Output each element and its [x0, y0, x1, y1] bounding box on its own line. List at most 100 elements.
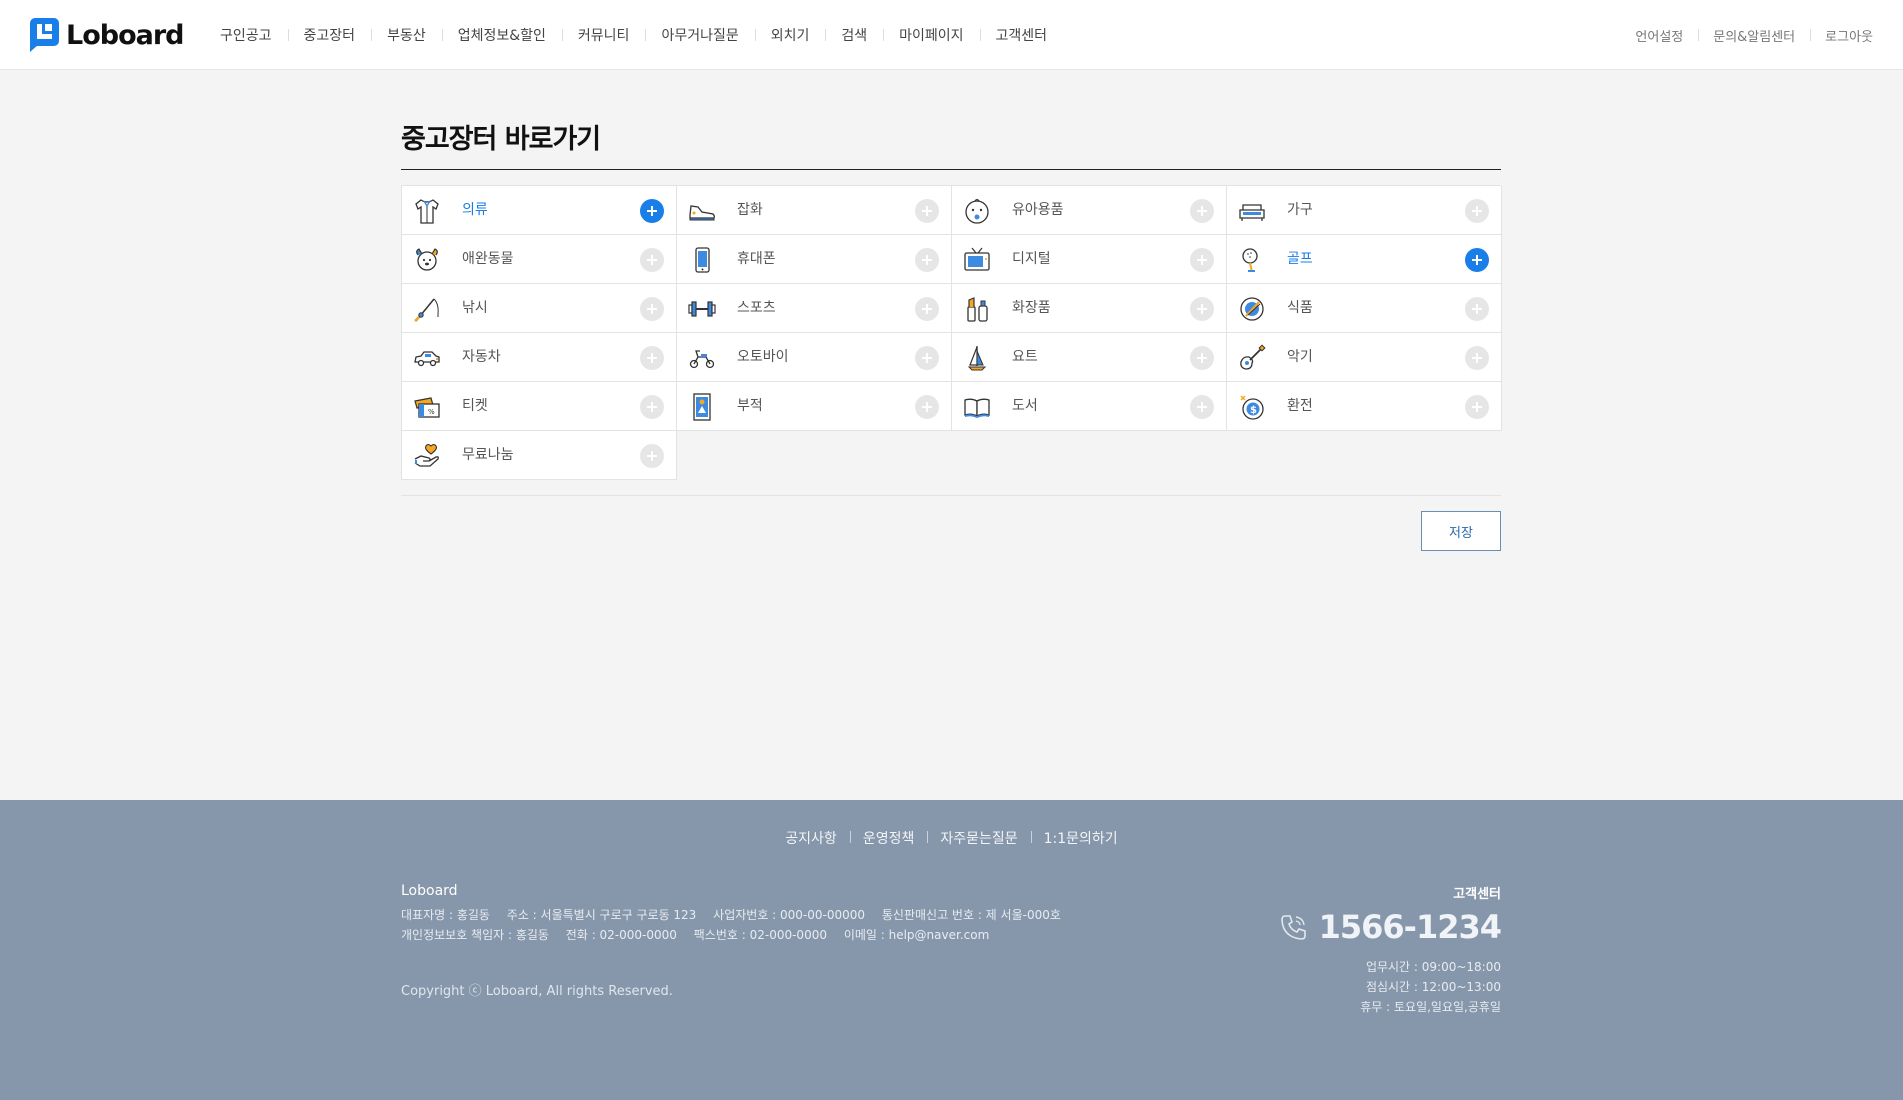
category-label: 요트 — [1012, 349, 1038, 365]
svg-text:%: % — [428, 408, 435, 416]
category-pets[interactable]: 애완동물 — [402, 235, 677, 284]
category-label: 잡화 — [737, 202, 763, 218]
plus-icon[interactable] — [640, 346, 664, 370]
plus-icon[interactable] — [1190, 297, 1214, 321]
company-fax: 팩스번호 : 02-000-0000 — [693, 928, 827, 942]
category-sports[interactable]: 스포츠 — [677, 284, 952, 333]
nav-item-community[interactable]: 커뮤니티 — [561, 25, 646, 45]
category-golf[interactable]: 골프 — [1227, 235, 1502, 284]
divider — [401, 495, 1501, 496]
category-label: 악기 — [1287, 349, 1313, 365]
page-title: 중고장터 바로가기 — [401, 120, 1501, 170]
nav-item-used-market[interactable]: 중고장터 — [287, 25, 372, 45]
plus-icon[interactable] — [640, 444, 664, 468]
category-digital[interactable]: 디지털 — [952, 235, 1227, 284]
privacy-officer: 개인정보보호 책임자 : 홍길동 — [401, 928, 549, 942]
footer-link-inquiry[interactable]: 1:1문의하기 — [1030, 828, 1131, 848]
notifications-link[interactable]: 문의&알림센터 — [1698, 26, 1810, 45]
ecommerce-registration: 통신판매신고 번호 : 제 서울-000호 — [881, 908, 1061, 922]
copyright: Copyright ⓒ Loboard, All rights Reserved… — [401, 984, 673, 999]
dumbbell-icon — [687, 294, 717, 324]
tv-icon — [962, 245, 992, 275]
plus-icon[interactable] — [915, 199, 939, 223]
plus-icon[interactable] — [1190, 395, 1214, 419]
nav-item-shout[interactable]: 외치기 — [754, 25, 826, 45]
category-clothing[interactable]: 의류 — [402, 186, 677, 235]
baby-icon — [962, 196, 992, 226]
sailboat-icon — [962, 343, 992, 373]
cs-title: 고객센터 — [1453, 887, 1501, 902]
category-ticket[interactable]: % 티켓 — [402, 382, 677, 431]
category-label: 의류 — [462, 202, 488, 218]
category-label: 디지털 — [1012, 251, 1051, 267]
site-footer: 공지사항 운영정책 자주묻는질문 1:1문의하기 Loboard 대표자명 : … — [0, 800, 1903, 1100]
logo[interactable]: Loboard — [30, 18, 184, 52]
language-link[interactable]: 언어설정 — [1620, 26, 1698, 45]
plus-icon[interactable] — [640, 199, 664, 223]
category-label: 식품 — [1287, 300, 1313, 316]
category-fishing[interactable]: 낚시 — [402, 284, 677, 333]
plus-icon[interactable] — [1190, 199, 1214, 223]
plus-icon[interactable] — [640, 395, 664, 419]
talisman-icon — [687, 392, 717, 422]
plus-icon[interactable] — [1190, 346, 1214, 370]
plus-icon[interactable] — [640, 297, 664, 321]
category-food[interactable]: 식품 — [1227, 284, 1502, 333]
footer-link-faq[interactable]: 자주묻는질문 — [927, 828, 1030, 848]
plus-icon[interactable] — [915, 297, 939, 321]
footer-link-policy[interactable]: 운영정책 — [849, 828, 928, 848]
category-talisman[interactable]: 부적 — [677, 382, 952, 431]
category-label: 도서 — [1012, 398, 1038, 414]
nav-item-questions[interactable]: 아무거나질문 — [645, 25, 754, 45]
plus-icon[interactable] — [1190, 248, 1214, 272]
nav-item-business-deals[interactable]: 업체정보&할인 — [441, 25, 562, 45]
category-car[interactable]: 자동차 — [402, 333, 677, 382]
nav-item-mypage[interactable]: 마이페이지 — [883, 25, 979, 45]
company-line-2: 개인정보보호 책임자 : 홍길동 전화 : 02-000-0000 팩스번호 :… — [401, 925, 1074, 945]
category-label: 휴대폰 — [737, 251, 776, 267]
plus-icon[interactable] — [640, 248, 664, 272]
nav-item-search[interactable]: 검색 — [825, 25, 883, 45]
company-line-1: 대표자명 : 홍길동 주소 : 서울특별시 구로구 구로동 123 사업자번호 … — [401, 905, 1074, 925]
plus-icon[interactable] — [915, 248, 939, 272]
scooter-icon — [687, 343, 717, 373]
plus-icon[interactable] — [915, 395, 939, 419]
category-label: 가구 — [1287, 202, 1313, 218]
fishing-rod-icon — [412, 294, 442, 324]
logo-mark-icon — [30, 18, 59, 52]
category-cosmetics[interactable]: 화장품 — [952, 284, 1227, 333]
money-bag-icon: $ — [1237, 392, 1267, 422]
category-baby[interactable]: 유아용품 — [952, 186, 1227, 235]
guitar-icon — [1237, 343, 1267, 373]
company-name: Loboard — [401, 883, 458, 899]
nav-item-jobs[interactable]: 구인공고 — [220, 25, 288, 45]
plus-icon[interactable] — [1465, 395, 1489, 419]
category-yacht[interactable]: 요트 — [952, 333, 1227, 382]
category-books[interactable]: 도서 — [952, 382, 1227, 431]
category-label: 환전 — [1287, 398, 1313, 414]
book-icon — [962, 392, 992, 422]
category-motorcycle[interactable]: 오토바이 — [677, 333, 952, 382]
plus-icon[interactable] — [915, 346, 939, 370]
logout-link[interactable]: 로그아웃 — [1810, 26, 1873, 45]
category-free-sharing[interactable]: 무료나눔 — [402, 431, 677, 480]
category-label: 골프 — [1287, 251, 1313, 267]
category-goods[interactable]: 잡화 — [677, 186, 952, 235]
plus-icon[interactable] — [1465, 248, 1489, 272]
footer-link-notice[interactable]: 공지사항 — [772, 828, 850, 848]
plus-icon[interactable] — [1465, 346, 1489, 370]
category-mobile-phone[interactable]: 휴대폰 — [677, 235, 952, 284]
category-instrument[interactable]: 악기 — [1227, 333, 1502, 382]
category-label: 화장품 — [1012, 300, 1051, 316]
ceo-name: 대표자명 : 홍길동 — [401, 908, 490, 922]
phone-call-icon — [1280, 915, 1306, 940]
category-exchange[interactable]: $ 환전 — [1227, 382, 1502, 431]
save-button[interactable]: 저장 — [1421, 511, 1501, 551]
plus-icon[interactable] — [1465, 199, 1489, 223]
nav-item-customer-center[interactable]: 고객센터 — [979, 25, 1064, 45]
footer-links: 공지사항 운영정책 자주묻는질문 1:1문의하기 — [0, 828, 1903, 848]
nav-item-real-estate[interactable]: 부동산 — [371, 25, 442, 45]
plus-icon[interactable] — [1465, 297, 1489, 321]
category-furniture[interactable]: 가구 — [1227, 186, 1502, 235]
category-label: 자동차 — [462, 349, 501, 365]
